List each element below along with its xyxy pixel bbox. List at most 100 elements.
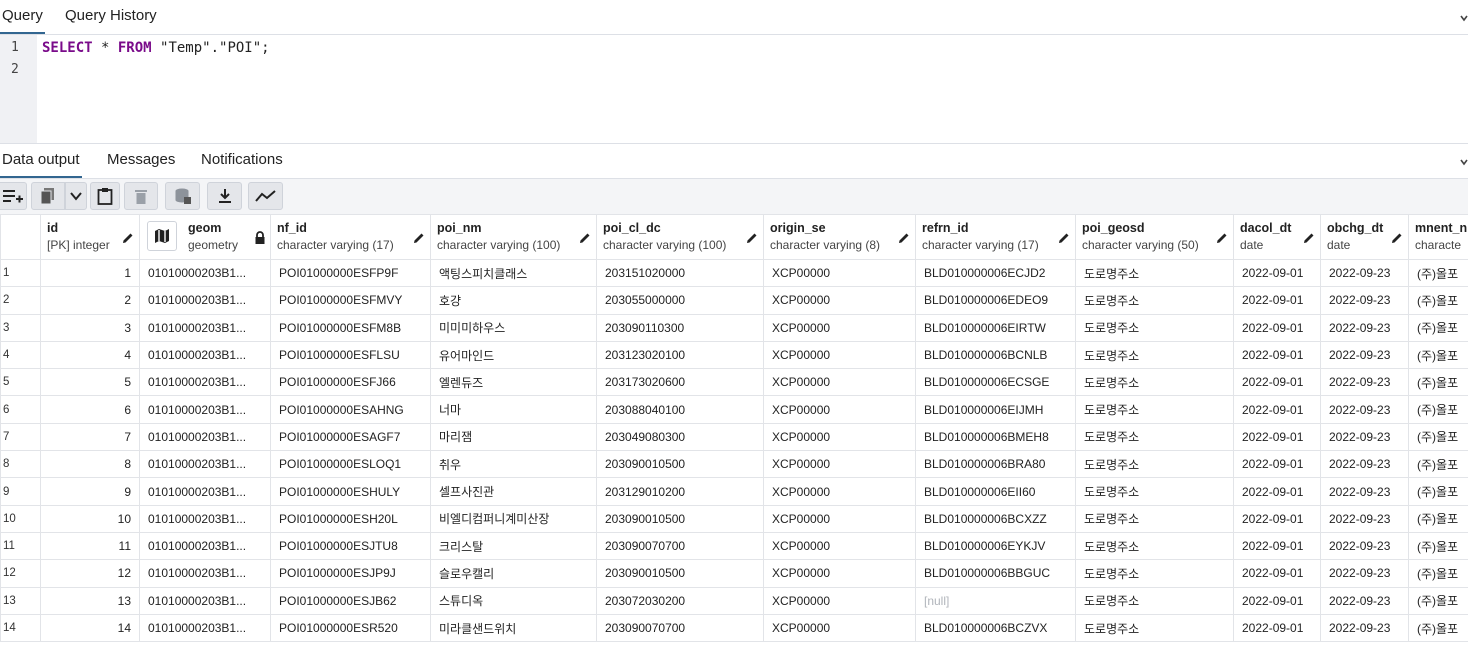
obchg-dt-cell[interactable]: 2022-09-23 — [1320, 286, 1409, 315]
collapse-icon[interactable] — [1460, 154, 1468, 168]
dacol-dt-cell[interactable]: 2022-09-01 — [1233, 613, 1321, 643]
column-header-dacol-dt[interactable]: dacol_dt date — [1233, 214, 1321, 260]
poi-geosd-cell[interactable]: 도로명주소 — [1075, 313, 1234, 342]
poi-cl-dc-cell[interactable]: 203129010200 — [596, 477, 764, 506]
poi-nm-cell[interactable]: 유어마인드 — [430, 340, 597, 370]
geom-cell[interactable]: 01010000203B1... — [139, 586, 271, 615]
row-number-cell[interactable]: 3 — [0, 313, 41, 342]
origin-se-cell[interactable]: XCP00000 — [763, 340, 916, 370]
poi-nm-cell[interactable]: 스튜디옥 — [430, 586, 597, 615]
table-row[interactable]: 11 11 01010000203B1... POI01000000ESJTU8 크리스… — [0, 531, 1468, 561]
refrn-id-cell[interactable]: BLD010000006EII60 — [915, 477, 1076, 506]
row-number-cell[interactable]: 14 — [0, 613, 41, 643]
table-row[interactable]: 8 8 01010000203B1... POI01000000ESLOQ1 취우 203… — [0, 450, 1468, 479]
id-cell[interactable]: 2 — [40, 286, 140, 315]
obchg-dt-cell[interactable]: 2022-09-23 — [1320, 559, 1409, 588]
poi-cl-dc-cell[interactable]: 203090010500 — [596, 450, 764, 479]
poi-nm-cell[interactable]: 슬로우캘리 — [430, 559, 597, 588]
mnent-nm-cell[interactable]: (주)올포 — [1408, 368, 1468, 397]
obchg-dt-cell[interactable]: 2022-09-23 — [1320, 395, 1409, 424]
geom-cell[interactable]: 01010000203B1... — [139, 313, 271, 342]
geom-cell[interactable]: 01010000203B1... — [139, 477, 271, 506]
mnent-nm-cell[interactable]: (주)올포 — [1408, 258, 1468, 288]
sql-editor[interactable]: 1 2 SELECT * FROM "Temp"."POI"; — [0, 35, 1468, 144]
table-row[interactable]: 2 2 01010000203B1... POI01000000ESFMVY 호걍 203… — [0, 286, 1468, 315]
column-header-id[interactable]: id [PK] integer — [40, 214, 140, 260]
row-number-cell[interactable]: 12 — [0, 559, 41, 588]
poi-geosd-cell[interactable]: 도로명주소 — [1075, 504, 1234, 533]
geom-cell[interactable]: 01010000203B1... — [139, 368, 271, 397]
geom-cell[interactable]: 01010000203B1... — [139, 258, 271, 288]
refrn-id-cell[interactable]: BLD010000006BRA80 — [915, 450, 1076, 479]
dacol-dt-cell[interactable]: 2022-09-01 — [1233, 504, 1321, 533]
obchg-dt-cell[interactable]: 2022-09-23 — [1320, 368, 1409, 397]
row-number-cell[interactable]: 2 — [0, 286, 41, 315]
refrn-id-cell[interactable]: BLD010000006BCZVX — [915, 613, 1076, 643]
nf-id-cell[interactable]: POI01000000ESFMVY — [270, 286, 431, 315]
id-cell[interactable]: 11 — [40, 531, 140, 561]
origin-se-cell[interactable]: XCP00000 — [763, 531, 916, 561]
table-row[interactable]: 12 12 01010000203B1... POI01000000ESJP9J 슬로우… — [0, 559, 1468, 588]
obchg-dt-cell[interactable]: 2022-09-23 — [1320, 313, 1409, 342]
add-row-button[interactable] — [0, 182, 27, 210]
refrn-id-cell[interactable]: BLD010000006BCXZZ — [915, 504, 1076, 533]
mnent-nm-cell[interactable]: (주)올포 — [1408, 450, 1468, 479]
mnent-nm-cell[interactable]: (주)올포 — [1408, 586, 1468, 615]
dacol-dt-cell[interactable]: 2022-09-01 — [1233, 422, 1321, 452]
table-row[interactable]: 4 4 01010000203B1... POI01000000ESFLSU 유어마인드… — [0, 340, 1468, 370]
poi-cl-dc-cell[interactable]: 203049080300 — [596, 422, 764, 452]
origin-se-cell[interactable]: XCP00000 — [763, 559, 916, 588]
save-data-button[interactable] — [165, 182, 200, 210]
origin-se-cell[interactable]: XCP00000 — [763, 313, 916, 342]
obchg-dt-cell[interactable]: 2022-09-23 — [1320, 477, 1409, 506]
mnent-nm-cell[interactable]: (주)올포 — [1408, 613, 1468, 643]
geom-cell[interactable]: 01010000203B1... — [139, 286, 271, 315]
refrn-id-cell[interactable]: BLD010000006BBGUC — [915, 559, 1076, 588]
id-cell[interactable]: 4 — [40, 340, 140, 370]
copy-button[interactable] — [31, 182, 65, 210]
dacol-dt-cell[interactable]: 2022-09-01 — [1233, 368, 1321, 397]
row-number-cell[interactable]: 10 — [0, 504, 41, 533]
origin-se-cell[interactable]: XCP00000 — [763, 477, 916, 506]
poi-cl-dc-cell[interactable]: 203090070700 — [596, 531, 764, 561]
geom-cell[interactable]: 01010000203B1... — [139, 504, 271, 533]
nf-id-cell[interactable]: POI01000000ESJP9J — [270, 559, 431, 588]
id-cell[interactable]: 13 — [40, 586, 140, 615]
origin-se-cell[interactable]: XCP00000 — [763, 504, 916, 533]
nf-id-cell[interactable]: POI01000000ESLOQ1 — [270, 450, 431, 479]
poi-geosd-cell[interactable]: 도로명주소 — [1075, 531, 1234, 561]
obchg-dt-cell[interactable]: 2022-09-23 — [1320, 258, 1409, 288]
refrn-id-cell[interactable]: BLD010000006ECJD2 — [915, 258, 1076, 288]
tab-notifications[interactable]: Notifications — [199, 144, 285, 176]
geom-cell[interactable]: 01010000203B1... — [139, 422, 271, 452]
origin-se-cell[interactable]: XCP00000 — [763, 613, 916, 643]
mnent-nm-cell[interactable]: (주)올포 — [1408, 559, 1468, 588]
id-cell[interactable]: 6 — [40, 395, 140, 424]
geom-cell[interactable]: 01010000203B1... — [139, 450, 271, 479]
poi-nm-cell[interactable]: 미라클샌드위치 — [430, 613, 597, 643]
mnent-nm-cell[interactable]: (주)올포 — [1408, 286, 1468, 315]
graph-button[interactable] — [248, 182, 283, 210]
copy-options-dropdown[interactable] — [65, 182, 87, 210]
column-header-refrn-id[interactable]: refrn_id character varying (17) — [915, 214, 1076, 260]
poi-nm-cell[interactable]: 액팅스피치클래스 — [430, 258, 597, 288]
row-number-cell[interactable]: 8 — [0, 450, 41, 479]
poi-geosd-cell[interactable]: 도로명주소 — [1075, 368, 1234, 397]
poi-cl-dc-cell[interactable]: 203090010500 — [596, 559, 764, 588]
sql-code-line[interactable]: SELECT * FROM "Temp"."POI"; — [42, 40, 270, 56]
id-cell[interactable]: 9 — [40, 477, 140, 506]
refrn-id-cell[interactable]: BLD010000006BMEH8 — [915, 422, 1076, 452]
nf-id-cell[interactable]: POI01000000ESAHNG — [270, 395, 431, 424]
delete-button[interactable] — [124, 182, 158, 210]
dacol-dt-cell[interactable]: 2022-09-01 — [1233, 586, 1321, 615]
dacol-dt-cell[interactable]: 2022-09-01 — [1233, 531, 1321, 561]
tab-messages[interactable]: Messages — [105, 144, 177, 176]
dacol-dt-cell[interactable]: 2022-09-01 — [1233, 395, 1321, 424]
obchg-dt-cell[interactable]: 2022-09-23 — [1320, 531, 1409, 561]
row-number-cell[interactable]: 4 — [0, 340, 41, 370]
table-row[interactable]: 3 3 01010000203B1... POI01000000ESFM8B 미미미하우… — [0, 313, 1468, 342]
dacol-dt-cell[interactable]: 2022-09-01 — [1233, 559, 1321, 588]
column-header-mnent-nm[interactable]: mnent_n characte — [1408, 214, 1468, 260]
poi-nm-cell[interactable]: 마리잼 — [430, 422, 597, 452]
obchg-dt-cell[interactable]: 2022-09-23 — [1320, 613, 1409, 643]
